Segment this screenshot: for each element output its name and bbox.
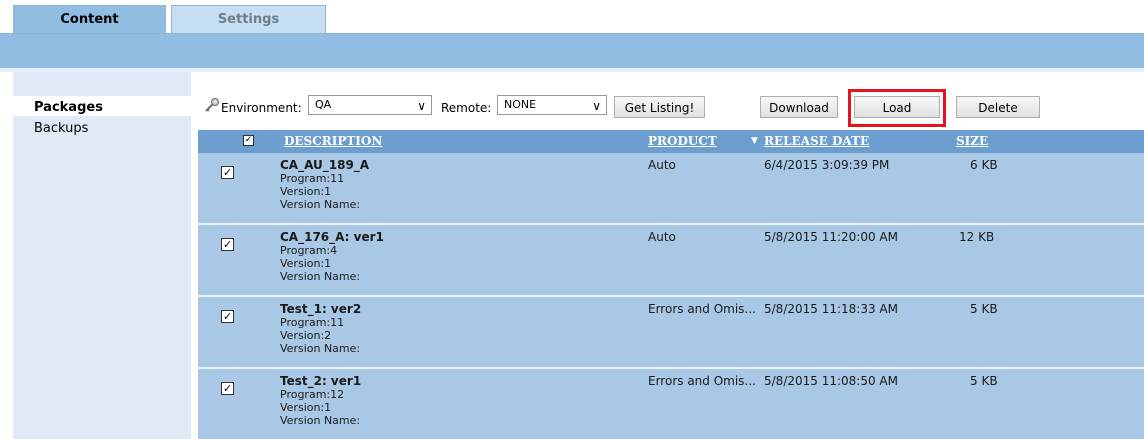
size-cell: 6 KB [970,158,998,172]
package-title: Test_2: ver1 [280,374,362,388]
header-banner [0,34,1144,68]
get-listing-button[interactable]: Get Listing! [614,96,705,118]
environment-value: QA [315,98,332,111]
package-version: Version:2 [280,329,332,342]
row-checkbox[interactable]: ✓ [221,310,234,323]
tab-bar: Content Settings [0,0,1144,34]
row-checkbox[interactable]: ✓ [221,238,234,251]
tab-settings[interactable]: Settings [171,5,326,34]
package-program: Program:12 [280,388,345,401]
table-header: ✓ DESCRIPTION PRODUCT ▼ RELEASE DATE SIZ… [198,130,1144,153]
environment-label: Environment: [221,101,302,115]
sort-descending-icon: ▼ [751,136,758,146]
product-cell: Errors and Omis... [648,302,756,316]
package-program: Program:11 [280,316,345,329]
remote-value: NONE [504,98,537,111]
release-date-cell: 5/8/2015 11:08:50 AM [764,374,898,388]
packages-table: ✓ DESCRIPTION PRODUCT ▼ RELEASE DATE SIZ… [198,130,1144,439]
product-cell: Errors and Omis... [648,374,756,388]
remote-label: Remote: [441,101,492,115]
package-version-name: Version Name: [280,270,361,283]
product-cell: Auto [648,230,676,244]
package-title: CA_AU_189_A [280,158,370,172]
column-header-product[interactable]: PRODUCT [648,134,717,148]
environment-select[interactable]: QA ∨ [308,95,432,115]
sidebar-item-packages[interactable]: Packages [34,100,103,115]
key-icon [205,98,219,112]
package-program: Program:11 [280,172,345,185]
release-date-cell: 5/8/2015 11:18:33 AM [764,302,898,316]
size-cell: 5 KB [970,374,998,388]
package-title: Test_1: ver2 [280,302,362,316]
column-header-release-date[interactable]: RELEASE DATE [764,134,869,148]
sidebar-item-backups[interactable]: Backups [34,121,88,136]
size-cell: 5 KB [970,302,998,316]
package-title: CA_176_A: ver1 [280,230,384,244]
package-version-name: Version Name: [280,342,361,355]
download-button[interactable]: Download [760,96,838,118]
table-row[interactable]: ✓ Test_1: ver2 Program:11 Version:2 Vers… [198,297,1144,367]
select-all-checkbox[interactable]: ✓ [243,135,254,146]
table-row[interactable]: ✓ CA_176_A: ver1 Program:4 Version:1 Ver… [198,225,1144,295]
delete-button[interactable]: Delete [956,96,1040,118]
package-version: Version:1 [280,401,332,414]
package-version-name: Version Name: [280,198,361,211]
tab-content[interactable]: Content [13,5,166,34]
package-version-name: Version Name: [280,414,361,427]
table-row[interactable]: ✓ CA_AU_189_A Program:11 Version:1 Versi… [198,153,1144,223]
remote-select[interactable]: NONE ∨ [497,95,607,115]
package-version: Version:1 [280,257,332,270]
row-checkbox[interactable]: ✓ [221,166,234,179]
product-cell: Auto [648,158,676,172]
row-checkbox[interactable]: ✓ [221,382,234,395]
package-version: Version:1 [280,185,332,198]
sidebar: Packages Backups [13,72,191,439]
column-header-description[interactable]: DESCRIPTION [284,134,382,148]
release-date-cell: 5/8/2015 11:20:00 AM [764,230,898,244]
column-header-size[interactable]: SIZE [956,134,988,148]
chevron-down-icon: ∨ [417,99,426,113]
chevron-down-icon: ∨ [592,99,601,113]
load-highlight-frame [848,89,946,127]
size-cell: 12 KB [959,230,995,244]
release-date-cell: 6/4/2015 3:09:39 PM [764,158,890,172]
table-row[interactable]: ✓ Test_2: ver1 Program:12 Version:1 Vers… [198,369,1144,439]
package-program: Program:4 [280,244,338,257]
